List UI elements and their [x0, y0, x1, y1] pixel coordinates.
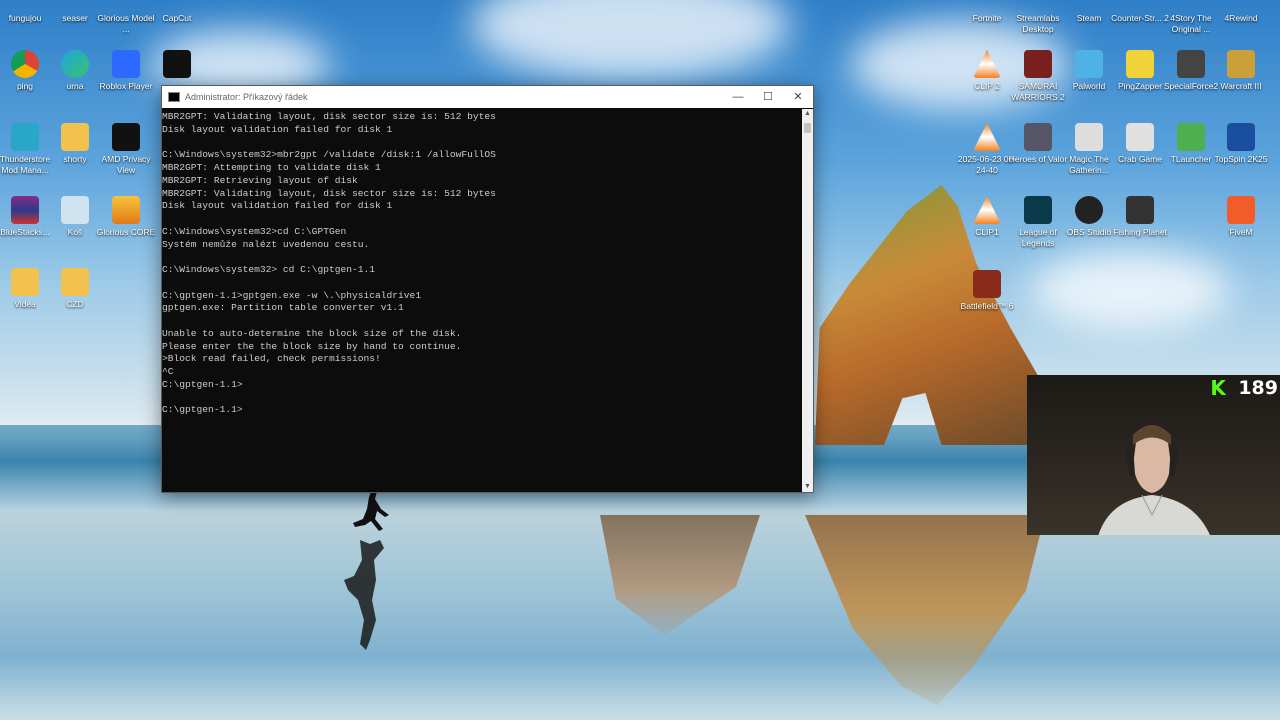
crabgame-icon: [1126, 123, 1154, 151]
desktop-icon[interactable]: Fishing Planet: [1110, 196, 1170, 238]
console-line: Please enter the the block size by hand …: [162, 340, 462, 352]
winrar-icon: [11, 196, 39, 224]
desktop-icon[interactable]: 4Rewind: [1211, 0, 1271, 24]
cmd-app-icon: [168, 92, 180, 102]
scroll-down-icon[interactable]: ▼: [802, 482, 813, 492]
heroes-icon: [1024, 123, 1052, 151]
console-output[interactable]: MBR2GPT: Validating layout, disk sector …: [162, 109, 802, 492]
palworld-icon: [1075, 50, 1103, 78]
vlc-icon: [973, 50, 1001, 78]
vlc-icon: [973, 196, 1001, 224]
console-line: MBR2GPT: Retrieving layout of disk: [162, 174, 358, 186]
thunderstore-icon: [11, 123, 39, 151]
amd-icon: [112, 123, 140, 151]
viewer-count: 189: [1238, 377, 1278, 399]
window-title: Administrator: Příkazový řádek: [185, 92, 308, 102]
desktop-icon[interactable]: Battlefield™ 6: [957, 270, 1017, 312]
roblox-studio-icon: [163, 50, 191, 78]
desktop-icon-label: CapCut: [162, 13, 192, 23]
kick-icon: K: [1210, 376, 1226, 400]
desktop-icon[interactable]: Warcraft III: [1211, 50, 1271, 92]
roblox-icon: [112, 50, 140, 78]
desktop-icon-label: 4Rewind: [1224, 13, 1258, 23]
console-line: >Block read failed, check permissions!: [162, 353, 381, 365]
vertical-scrollbar[interactable]: ▲ ▼: [802, 109, 813, 492]
desktop-icon-label: Warcraft III: [1220, 81, 1262, 91]
desktop-icon[interactable]: Glorious CORE: [96, 196, 156, 238]
console-line: C:\Windows\system32>cd C:\GPTGen: [162, 225, 347, 237]
desktop-icon-label: CZD: [66, 299, 84, 309]
console-line: Unable to auto-determine the block size …: [162, 327, 462, 339]
desktop-icon-label: Battlefield™ 6: [960, 301, 1014, 311]
glorious-icon: [112, 196, 140, 224]
desktop-icon-label: TopSpin 2K25: [1214, 154, 1268, 164]
console-line: Systém nemůže nalézt uvedenou cestu.: [162, 238, 370, 250]
folder-icon: [61, 123, 89, 151]
console-line: gptgen.exe: Partition table converter v1…: [162, 302, 404, 314]
desktop-icon-label: Roblox Player: [99, 81, 153, 91]
battlefield-icon: [973, 270, 1001, 298]
console-line: C:\gptgen-1.1>: [162, 378, 243, 390]
desktop-icon[interactable]: TopSpin 2K25: [1211, 123, 1271, 165]
console-line: C:\gptgen-1.1>: [162, 404, 243, 416]
minimize-button[interactable]: —: [723, 86, 753, 108]
edge-icon: [61, 50, 89, 78]
desktop-icon[interactable]: [147, 50, 207, 81]
lol-icon: [1024, 196, 1052, 224]
obs-icon: [1075, 196, 1103, 224]
console-line: MBR2GPT: Validating layout, disk sector …: [162, 111, 496, 122]
viewer-badge: K 189: [1210, 377, 1278, 399]
console-line: C:\Windows\system32> cd C:\gptgen-1.1: [162, 264, 376, 275]
desktop-icon-label: FiveM: [1229, 227, 1253, 237]
desktop-icon-label: Glorious CORE: [96, 227, 156, 237]
desktop-icon[interactable]: CZD: [45, 268, 105, 310]
streamer-video: [1098, 425, 1210, 535]
maximize-button[interactable]: ☐: [753, 86, 783, 108]
console-line: Disk layout validation failed for disk 1: [162, 200, 393, 212]
close-button[interactable]: ✕: [783, 86, 813, 108]
desktop-icon-label: AMD Privacy View: [101, 154, 151, 175]
runner-reflection: [344, 540, 384, 650]
console-line: MBR2GPT: Attempting to validate disk 1: [162, 162, 381, 173]
desktop-icon[interactable]: CapCut: [147, 0, 207, 24]
vlc-icon: [973, 123, 1001, 151]
pingzapper-icon: [1126, 50, 1154, 78]
desktop-icon[interactable]: FiveM: [1211, 196, 1271, 238]
webcam-overlay: K 189: [1027, 375, 1280, 535]
warcraft-icon: [1227, 50, 1255, 78]
fishing-icon: [1126, 196, 1154, 224]
samurai-icon: [1024, 50, 1052, 78]
console-line: MBR2GPT: Validating layout, disk sector …: [162, 187, 496, 199]
topspin-icon: [1227, 123, 1255, 151]
console-line: ^C: [162, 366, 174, 377]
console-line: Disk layout validation failed for disk 1: [162, 123, 393, 135]
recycle-bin-icon: [61, 196, 89, 224]
console-line: C:\gptgen-1.1>gptgen.exe -w \.\physicald…: [162, 289, 422, 301]
console-line: C:\Windows\system32>mbr2gpt /validate /d…: [162, 149, 496, 161]
desktop-icon-label: Fishing Planet: [1113, 227, 1167, 237]
specialforce-icon: [1177, 50, 1205, 78]
folder-icon: [11, 268, 39, 296]
chrome-icon: [11, 50, 39, 78]
window-titlebar[interactable]: Administrator: Příkazový řádek — ☐ ✕: [162, 86, 813, 108]
desktop-icon[interactable]: AMD Privacy View: [96, 123, 156, 176]
command-prompt-window[interactable]: Administrator: Příkazový řádek — ☐ ✕ MBR…: [161, 85, 814, 493]
scrollbar-thumb[interactable]: [804, 123, 811, 133]
mtg-icon: [1075, 123, 1103, 151]
folder-icon: [61, 268, 89, 296]
tlauncher-icon: [1177, 123, 1205, 151]
scroll-up-icon[interactable]: ▲: [802, 109, 813, 119]
fivem-icon: [1227, 196, 1255, 224]
